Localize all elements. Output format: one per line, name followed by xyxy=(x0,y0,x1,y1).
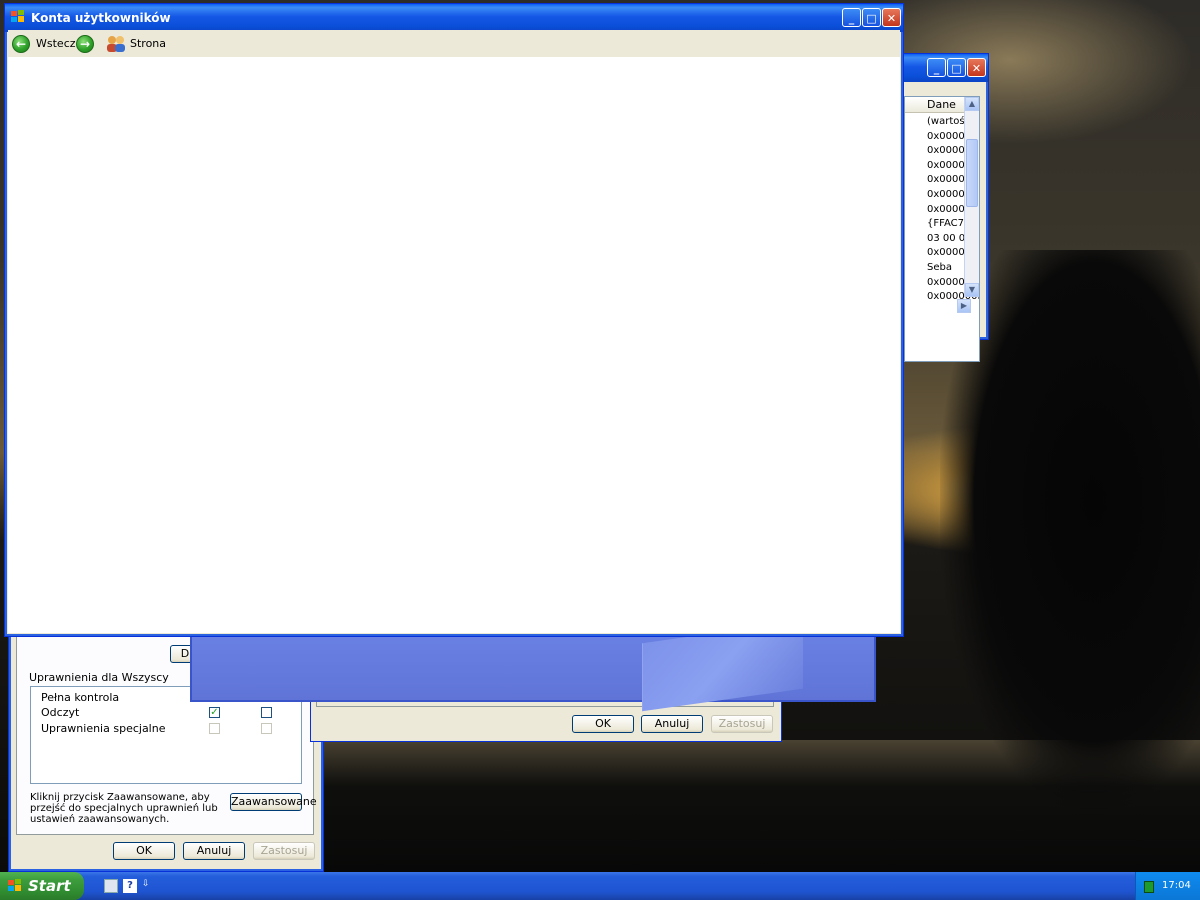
windows-flag-icon xyxy=(8,879,21,891)
column-header-data[interactable]: Dane xyxy=(905,97,971,113)
advanced-button[interactable]: Zaawansowane xyxy=(230,793,317,811)
perm-apply-button[interactable]: Zastosuj xyxy=(253,842,315,860)
mid-ok-button[interactable]: OK xyxy=(572,715,634,733)
help-icon[interactable]: ? xyxy=(123,879,137,893)
windows-flag-icon xyxy=(11,10,24,22)
users-icon xyxy=(107,36,125,52)
back-label: Wstecz xyxy=(36,37,76,50)
clock[interactable]: 17:04 xyxy=(1162,872,1191,900)
registry-editor-window[interactable]: _ □ ✕ Dane (wartość n 0x0000015 0x0000013 0… xyxy=(895,53,989,362)
maximize-button[interactable]: □ xyxy=(947,58,966,77)
mid-cancel-button[interactable]: Anuluj xyxy=(641,715,703,733)
user-accounts-titlebar[interactable]: Konta użytkowników _ □ ✕ xyxy=(5,4,903,32)
window-title: Konta użytkowników xyxy=(31,11,171,25)
scroll-up-arrow-icon[interactable]: ▲ xyxy=(965,97,979,111)
permission-name-full-control: Pełna kontrola xyxy=(41,691,120,704)
network-icon[interactable] xyxy=(1144,881,1154,893)
allow-special-checkbox[interactable] xyxy=(209,723,220,734)
scroll-thumb[interactable] xyxy=(966,139,978,207)
deny-read-checkbox[interactable] xyxy=(261,707,272,718)
back-button[interactable]: ← Wstecz xyxy=(12,34,76,54)
keyboard-icon[interactable] xyxy=(104,879,118,893)
permissions-label: Uprawnienia dla Wszyscy xyxy=(29,671,169,684)
start-button[interactable]: Start xyxy=(0,872,84,900)
advanced-note: Kliknij przycisk Zaawansowane, aby przej… xyxy=(30,792,218,825)
permission-name-read: Odczyt xyxy=(41,706,80,719)
registry-value-row[interactable]: Seba xyxy=(927,261,952,275)
vertical-scrollbar[interactable]: ▲ ▼ xyxy=(964,97,979,297)
minimize-button[interactable]: _ xyxy=(927,58,946,77)
mid-apply-button[interactable]: Zastosuj xyxy=(711,715,773,733)
perm-cancel-button[interactable]: Anuluj xyxy=(183,842,245,860)
forward-arrow-icon: → xyxy=(76,35,94,53)
taskbar: Start ? ⇩ 17:04 xyxy=(0,872,1200,900)
show-desktop-icon[interactable]: ⇩ xyxy=(142,879,152,893)
registry-values-list[interactable]: Dane (wartość n 0x0000015 0x0000013 0x00000… xyxy=(904,96,980,362)
scroll-right-arrow-icon[interactable]: ▶ xyxy=(957,299,971,313)
back-arrow-icon: ← xyxy=(12,35,30,53)
minimize-button[interactable]: _ xyxy=(842,8,861,27)
user-accounts-content xyxy=(8,57,900,633)
forward-button[interactable]: → xyxy=(76,34,98,54)
system-tray: 17:04 xyxy=(1135,872,1200,900)
navigation-toolbar: ← Wstecz → Strona główna xyxy=(8,30,900,70)
close-button[interactable]: ✕ xyxy=(882,8,901,27)
user-accounts-window[interactable]: Konta użytkowników _ □ ✕ ← Wstecz → Stro… xyxy=(4,3,904,637)
registry-titlebar[interactable]: _ □ ✕ xyxy=(896,54,988,82)
home-button[interactable]: Strona główna xyxy=(106,34,206,70)
deny-special-checkbox[interactable] xyxy=(261,723,272,734)
start-label: Start xyxy=(28,877,71,895)
close-button[interactable]: ✕ xyxy=(967,58,986,77)
maximize-button[interactable]: □ xyxy=(862,8,881,27)
perm-ok-button[interactable]: OK xyxy=(113,842,175,860)
permission-name-special: Uprawnienia specjalne xyxy=(41,722,166,735)
allow-read-checkbox[interactable]: ✓ xyxy=(209,707,220,718)
scroll-down-arrow-icon[interactable]: ▼ xyxy=(965,283,979,297)
